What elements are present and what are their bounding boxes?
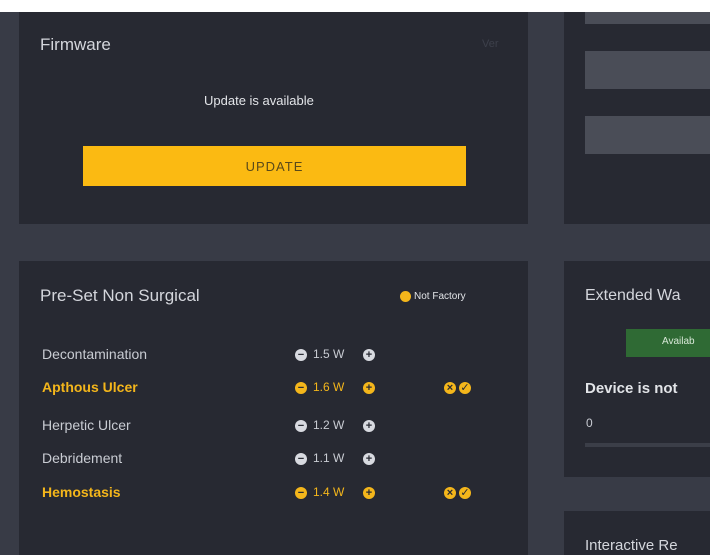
right-top-bar-2[interactable] — [585, 51, 710, 89]
right-top-bar-1[interactable] — [585, 12, 710, 24]
minus-icon[interactable]: − — [295, 420, 307, 432]
preset-item-power: 1.2 W — [313, 418, 345, 432]
reset-icon[interactable]: × — [444, 382, 456, 394]
update-button[interactable]: UPDATE — [83, 146, 466, 186]
firmware-version-label: Ver — [482, 38, 499, 50]
preset-title: Pre-Set Non Surgical — [40, 286, 200, 305]
minus-icon[interactable]: − — [295, 487, 307, 499]
warranty-title: Extended Wa — [585, 287, 681, 304]
plus-icon[interactable]: + — [363, 382, 375, 394]
warranty-progress-track — [585, 443, 710, 447]
warranty-value: 0 — [586, 416, 593, 430]
minus-icon[interactable]: − — [295, 349, 307, 361]
not-factory-dot-icon — [400, 291, 411, 302]
plus-icon[interactable]: + — [363, 349, 375, 361]
available-label: Availab — [662, 336, 695, 347]
device-status-text: Device is not — [585, 380, 678, 397]
minus-icon[interactable]: − — [295, 453, 307, 465]
preset-item-power: 1.5 W — [313, 347, 345, 361]
save-check-icon[interactable]: ✓ — [459, 382, 471, 394]
preset-item-name[interactable]: Debridement — [42, 450, 122, 466]
preset-item-name[interactable]: Herpetic Ulcer — [42, 417, 131, 433]
plus-icon[interactable]: + — [363, 487, 375, 499]
firmware-status-text: Update is available — [204, 93, 314, 108]
right-top-bar-3[interactable] — [585, 116, 710, 154]
plus-icon[interactable]: + — [363, 453, 375, 465]
interactive-title: Interactive Re — [585, 537, 678, 554]
minus-icon[interactable]: − — [295, 382, 307, 394]
preset-item-name[interactable]: Apthous Ulcer — [42, 379, 138, 395]
preset-item-power: 1.6 W — [313, 380, 345, 394]
preset-item-name[interactable]: Decontamination — [42, 346, 147, 362]
reset-icon[interactable]: × — [444, 487, 456, 499]
firmware-title: Firmware — [40, 35, 111, 54]
not-factory-badge: Not Factory — [414, 291, 466, 302]
preset-item-name[interactable]: Hemostasis — [42, 484, 121, 500]
plus-icon[interactable]: + — [363, 420, 375, 432]
preset-item-power: 1.4 W — [313, 485, 345, 499]
save-check-icon[interactable]: ✓ — [459, 487, 471, 499]
preset-item-power: 1.1 W — [313, 451, 345, 465]
